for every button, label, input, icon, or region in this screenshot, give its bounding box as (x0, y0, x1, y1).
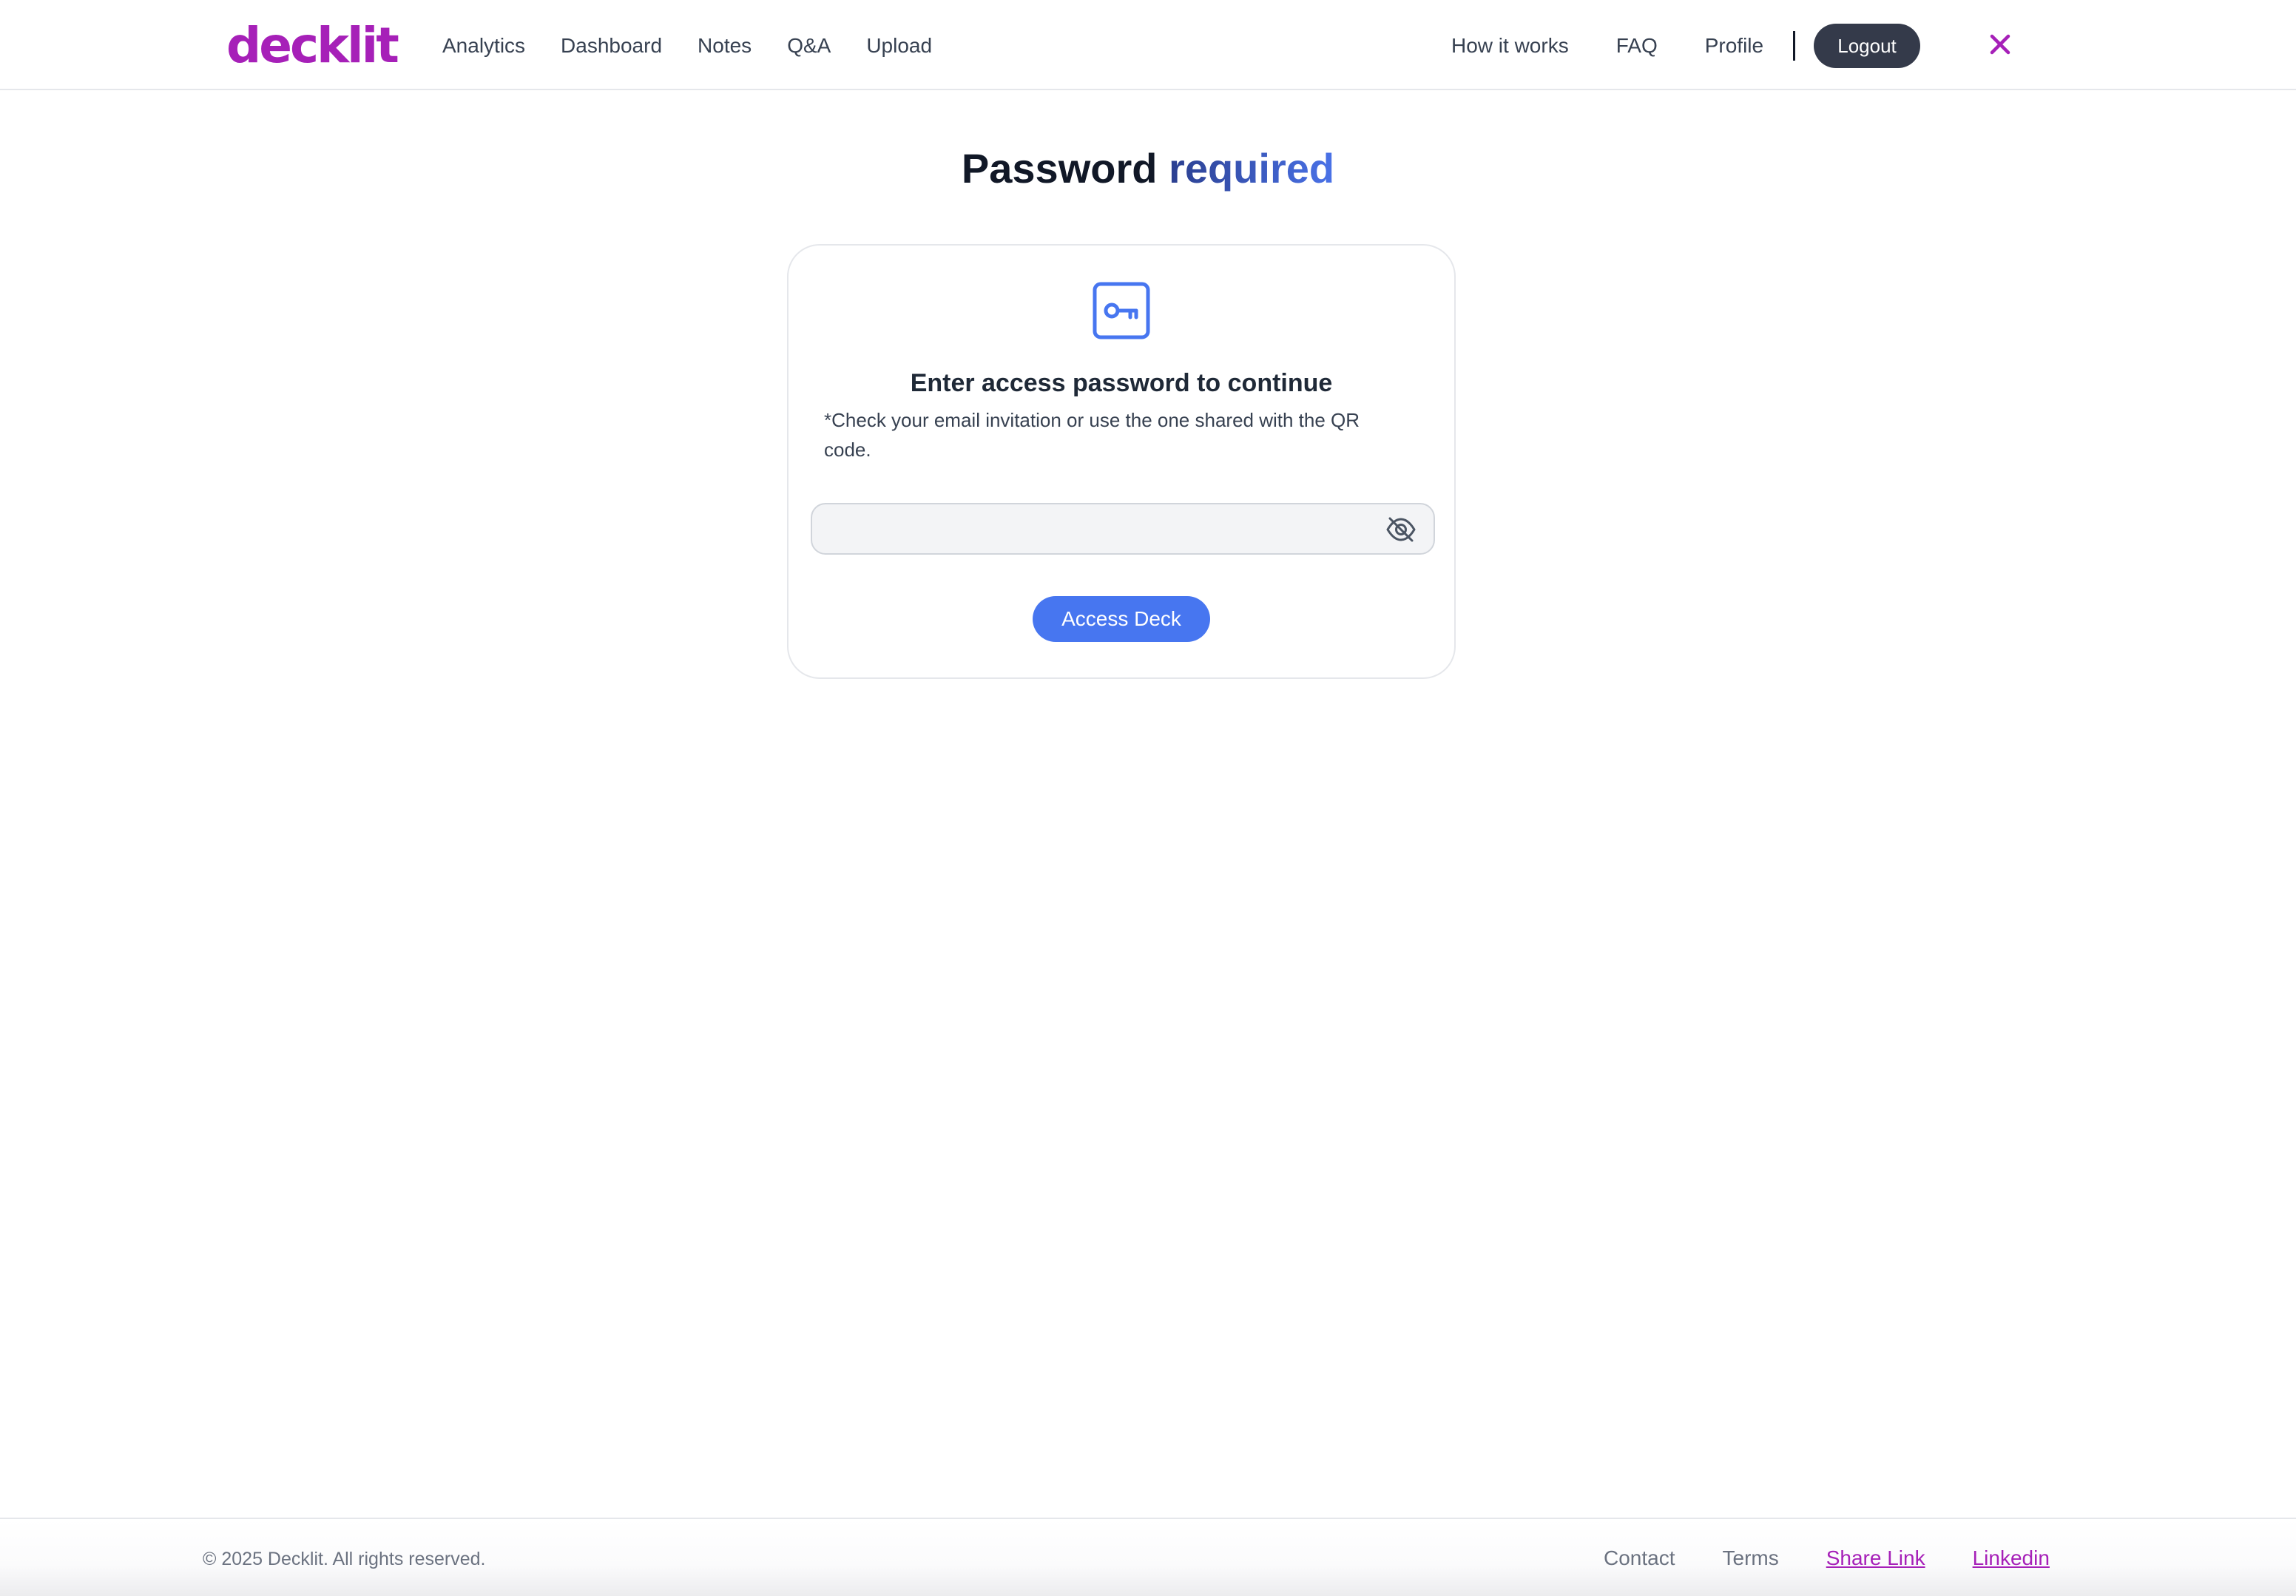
nav-link-qa[interactable]: Q&A (787, 30, 831, 62)
footer-links: Contact Terms Share Link Linkedin (1604, 1543, 2050, 1574)
close-icon (1990, 34, 2010, 55)
password-input[interactable] (811, 503, 1435, 555)
nav-link-upload[interactable]: Upload (866, 30, 932, 62)
top-navbar: decklit Analytics Dashboard Notes Q&A Up… (0, 0, 2296, 90)
password-card: Enter access password to continue *Check… (787, 244, 1456, 679)
secondary-nav: How it works FAQ Profile (1451, 30, 1825, 62)
footer-link-share-link[interactable]: Share Link (1826, 1543, 1925, 1574)
nav-divider (1793, 31, 1796, 61)
nav-link-notes[interactable]: Notes (698, 30, 752, 62)
footer-link-contact[interactable]: Contact (1604, 1543, 1675, 1574)
key-icon (1092, 281, 1151, 340)
card-heading: Enter access password to continue (910, 369, 1333, 397)
nav-link-faq[interactable]: FAQ (1616, 30, 1658, 62)
card-note: *Check your email invitation or use the … (824, 409, 1360, 461)
access-deck-button[interactable]: Access Deck (1033, 596, 1210, 642)
primary-nav: Analytics Dashboard Notes Q&A Upload (442, 30, 932, 62)
footer-link-linkedin[interactable]: Linkedin (1973, 1543, 2050, 1574)
eye-off-icon (1386, 517, 1416, 542)
password-visibility-toggle[interactable] (1385, 513, 1417, 546)
logout-button[interactable]: Logout (1814, 24, 1920, 68)
nav-link-profile[interactable]: Profile (1705, 30, 1763, 62)
nav-link-dashboard[interactable]: Dashboard (561, 30, 662, 62)
copyright-text: © 2025 Decklit. All rights reserved. (203, 1549, 486, 1569)
decklit-logo[interactable]: decklit (226, 16, 399, 75)
page-title-accent: required (1169, 145, 1335, 192)
nav-link-how-it-works[interactable]: How it works (1451, 30, 1569, 62)
page-title: Password required (0, 141, 2296, 197)
page-title-prefix: Password (961, 145, 1158, 192)
nav-link-analytics[interactable]: Analytics (442, 30, 525, 62)
footer-link-terms[interactable]: Terms (1723, 1543, 1779, 1574)
footer: © 2025 Decklit. All rights reserved. Con… (0, 1518, 2296, 1596)
close-button[interactable] (1985, 30, 2015, 59)
